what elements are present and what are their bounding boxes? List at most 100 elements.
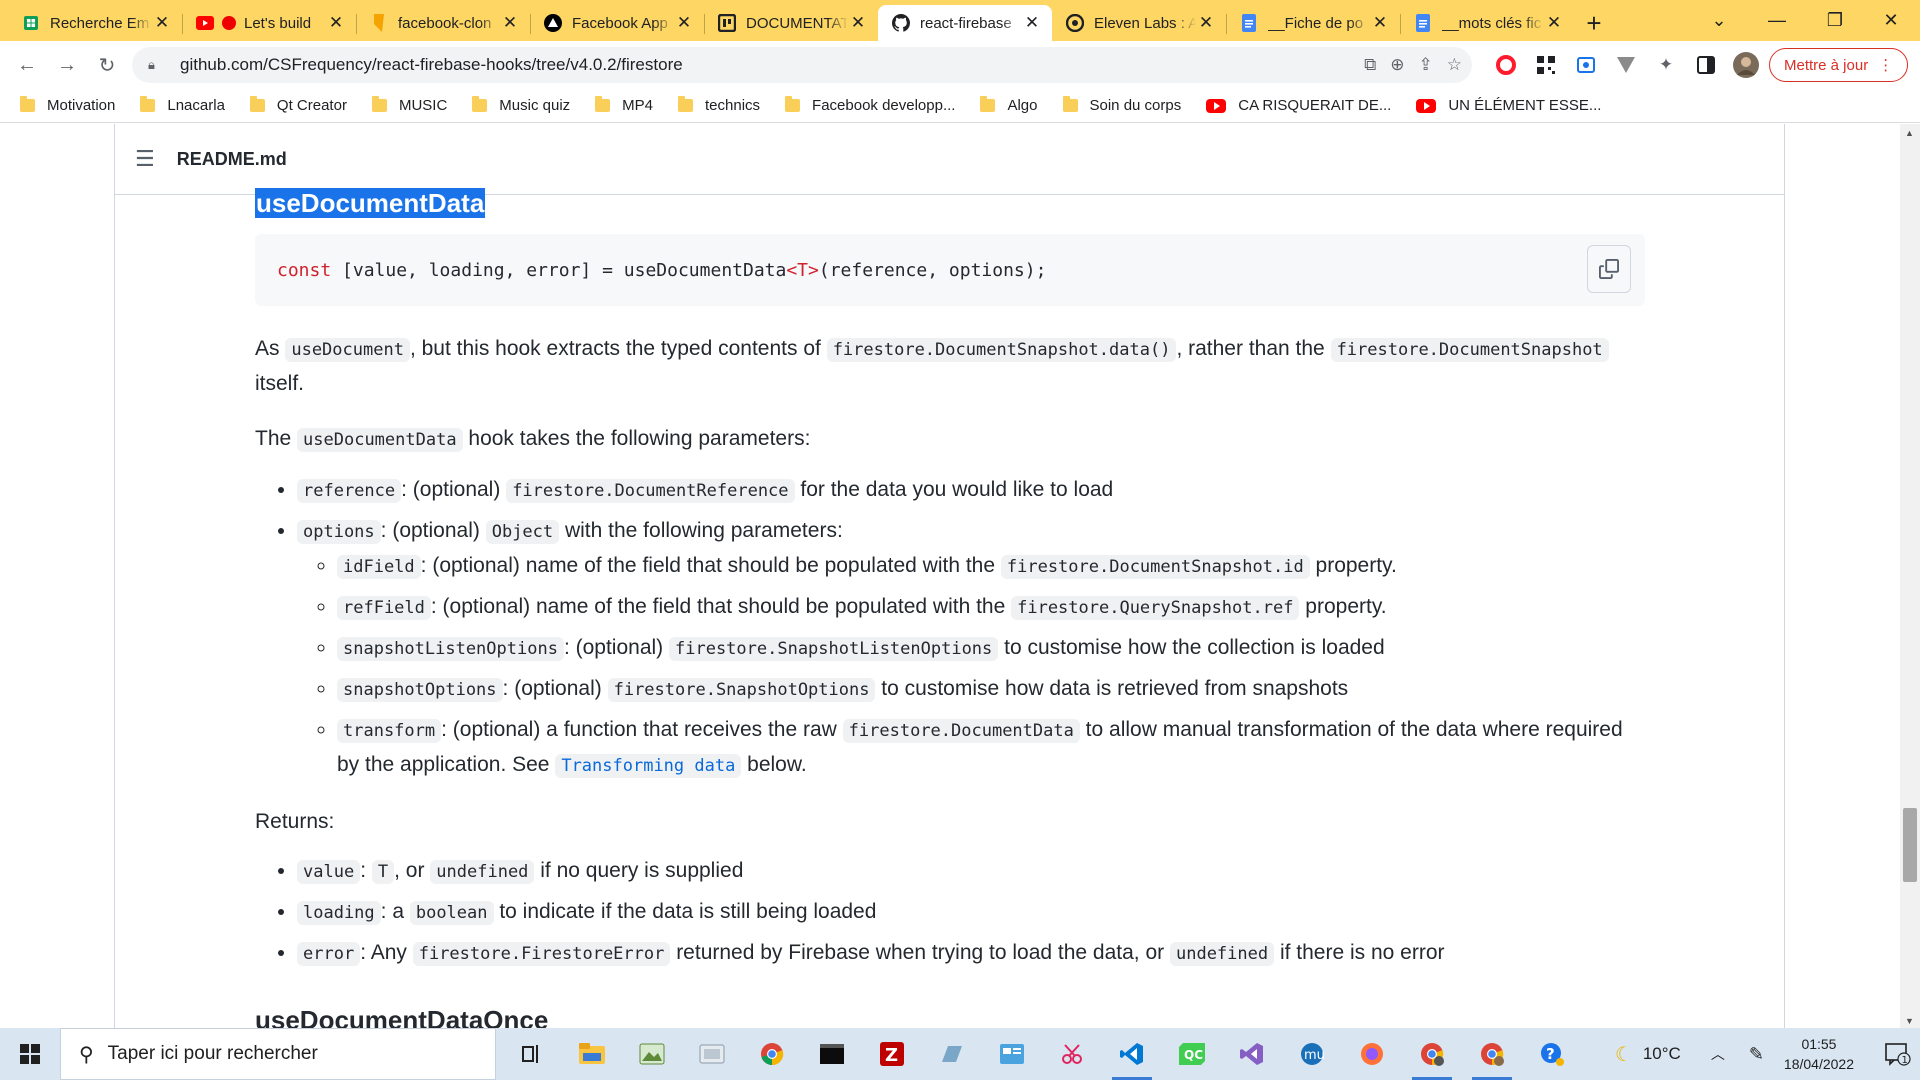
scroll-up-arrow-icon[interactable]: ▲ bbox=[1905, 128, 1914, 138]
update-label: Mettre à jour bbox=[1784, 56, 1869, 74]
bookmark-item[interactable]: Lnacarla bbox=[140, 96, 225, 114]
close-tab-icon[interactable]: ✕ bbox=[152, 13, 172, 33]
app-icon[interactable] bbox=[922, 1028, 982, 1080]
chrome-profile-icon[interactable] bbox=[1402, 1028, 1462, 1080]
minimize-button[interactable]: — bbox=[1748, 0, 1806, 41]
tab-6[interactable]: Eleven Labs : A ✕ bbox=[1052, 5, 1226, 41]
page-scrollbar[interactable]: ▲ ▼ bbox=[1900, 124, 1920, 1028]
pen-icon[interactable]: ✎ bbox=[1749, 1044, 1764, 1065]
back-button[interactable]: ← bbox=[10, 48, 44, 82]
bookmark-item[interactable]: UN ÉLÉMENT ESSE... bbox=[1416, 97, 1601, 114]
bookmark-item[interactable]: Motivation bbox=[20, 96, 115, 114]
bookmark-item[interactable]: Music quiz bbox=[472, 96, 570, 114]
help-icon[interactable]: ? bbox=[1522, 1028, 1582, 1080]
close-tab-icon[interactable]: ✕ bbox=[500, 13, 520, 33]
start-button[interactable] bbox=[0, 1028, 60, 1080]
screenshot-tool-icon[interactable] bbox=[682, 1028, 742, 1080]
svg-text:QC: QC bbox=[1184, 1048, 1203, 1062]
bookmark-item[interactable]: Facebook developp... bbox=[785, 96, 955, 114]
lock-icon[interactable]: 🔒︎ bbox=[148, 57, 166, 73]
tab-title: DOCUMENTAT bbox=[746, 14, 848, 32]
chrome-icon[interactable] bbox=[742, 1028, 802, 1080]
inline-code: snapshotOptions bbox=[337, 678, 503, 702]
vscode-icon[interactable] bbox=[1102, 1028, 1162, 1080]
tab-0[interactable]: Recherche Em ✕ bbox=[8, 5, 182, 41]
share-icon[interactable]: ⇪ bbox=[1419, 55, 1433, 75]
close-tab-icon[interactable]: ✕ bbox=[848, 13, 868, 33]
close-tab-icon[interactable]: ✕ bbox=[1196, 13, 1216, 33]
returns-label: Returns: bbox=[255, 810, 335, 833]
tab-4[interactable]: DOCUMENTAT ✕ bbox=[704, 5, 878, 41]
filezilla-icon[interactable]: Z bbox=[862, 1028, 922, 1080]
address-bar[interactable]: 🔒︎ github.com/CSFrequency/react-firebase… bbox=[132, 47, 1472, 83]
zoom-icon[interactable]: ⊕ bbox=[1390, 55, 1404, 75]
tab-1[interactable]: Let's build ✕ bbox=[182, 5, 356, 41]
qt-creator-icon[interactable]: QC bbox=[1162, 1028, 1222, 1080]
scroll-down-arrow-icon[interactable]: ▼ bbox=[1905, 1016, 1914, 1026]
forward-button[interactable]: → bbox=[50, 48, 84, 82]
tab-search-button[interactable]: ⌄ bbox=[1690, 0, 1748, 41]
bookmark-item[interactable]: Algo bbox=[980, 96, 1038, 114]
google-docs-icon bbox=[1414, 14, 1432, 32]
taskbar-search[interactable]: ⚲ Taper ici pour rechercher bbox=[60, 1028, 496, 1080]
close-window-button[interactable]: ✕ bbox=[1862, 0, 1920, 41]
tab-2[interactable]: facebook-clon ✕ bbox=[356, 5, 530, 41]
profile-avatar[interactable] bbox=[1730, 49, 1762, 81]
bookmark-item[interactable]: MUSIC bbox=[371, 96, 447, 114]
firefox-icon[interactable] bbox=[1342, 1028, 1402, 1080]
readme-container: ☰ README.md useDocumentData const [value… bbox=[114, 124, 1785, 1028]
control-panel-icon[interactable] bbox=[982, 1028, 1042, 1080]
code-generic: <T> bbox=[786, 259, 819, 281]
opera-extension-icon[interactable] bbox=[1490, 49, 1522, 81]
snipping-tool-icon[interactable] bbox=[1042, 1028, 1102, 1080]
inline-code: loading bbox=[297, 901, 381, 925]
bookmark-item[interactable]: Qt Creator bbox=[249, 96, 347, 114]
clock[interactable]: 01:55 18/04/2022 bbox=[1784, 1034, 1854, 1074]
close-tab-icon[interactable]: ✕ bbox=[326, 13, 346, 33]
translate-icon[interactable]: ⧉ bbox=[1364, 55, 1376, 75]
close-tab-icon[interactable]: ✕ bbox=[1022, 13, 1042, 33]
url-text[interactable]: github.com/CSFrequency/react-firebase-ho… bbox=[180, 55, 683, 75]
chrome-profile-icon-2[interactable] bbox=[1462, 1028, 1522, 1080]
screen-recorder-extension-icon[interactable] bbox=[1570, 49, 1602, 81]
extensions-puzzle-icon[interactable]: ✦ bbox=[1650, 49, 1682, 81]
tab-5-active[interactable]: react-firebase ✕ bbox=[878, 5, 1052, 41]
notification-center-button[interactable]: 1 bbox=[1876, 1028, 1920, 1080]
bookmark-item[interactable]: technics bbox=[678, 96, 760, 114]
close-tab-icon[interactable]: ✕ bbox=[674, 13, 694, 33]
new-tab-button[interactable]: + bbox=[1574, 5, 1614, 41]
code-snippet[interactable]: const [value, loading, error] = useDocum… bbox=[255, 234, 1645, 306]
selected-heading-text[interactable]: useDocumentData bbox=[255, 188, 486, 218]
update-button[interactable]: Mettre à jour ⋮ bbox=[1769, 48, 1909, 82]
task-view-icon[interactable] bbox=[502, 1028, 562, 1080]
restore-button[interactable]: ❐ bbox=[1806, 0, 1864, 41]
visual-studio-icon[interactable] bbox=[1222, 1028, 1282, 1080]
terminal-icon[interactable] bbox=[802, 1028, 862, 1080]
tab-8[interactable]: __mots clés fic ✕ bbox=[1400, 5, 1574, 41]
close-tab-icon[interactable]: ✕ bbox=[1544, 13, 1564, 33]
reload-button[interactable]: ↻ bbox=[90, 48, 124, 82]
bookmark-item[interactable]: Soin du corps bbox=[1062, 96, 1181, 114]
tab-7[interactable]: __Fiche de po ✕ bbox=[1226, 5, 1400, 41]
close-tab-icon[interactable]: ✕ bbox=[1370, 13, 1390, 33]
tab-3[interactable]: Facebook App ✕ bbox=[530, 5, 704, 41]
search-placeholder[interactable]: Taper ici pour rechercher bbox=[108, 1043, 318, 1065]
transforming-data-link[interactable]: Transforming data bbox=[555, 754, 742, 778]
side-panel-icon[interactable] bbox=[1690, 49, 1722, 81]
folder-icon bbox=[249, 96, 265, 112]
text: below. bbox=[741, 753, 807, 776]
list-outline-icon[interactable]: ☰ bbox=[135, 146, 155, 172]
chevron-up-icon[interactable]: ︿ bbox=[1711, 1044, 1725, 1064]
vue-devtools-extension-icon[interactable] bbox=[1610, 49, 1642, 81]
bookmark-item[interactable]: CA RISQUERAIT DE... bbox=[1206, 97, 1391, 114]
bookmark-item[interactable]: MP4 bbox=[595, 96, 653, 114]
file-explorer-icon[interactable] bbox=[562, 1028, 622, 1080]
copy-button[interactable] bbox=[1587, 245, 1631, 293]
photo-editor-icon[interactable] bbox=[622, 1028, 682, 1080]
qr-code-extension-icon[interactable] bbox=[1530, 49, 1562, 81]
weather-widget[interactable]: ☾ 10°C bbox=[1615, 1042, 1681, 1067]
star-icon[interactable]: ☆ bbox=[1447, 55, 1462, 75]
scrollbar-thumb[interactable] bbox=[1903, 808, 1917, 882]
musescore-icon[interactable]: mu bbox=[1282, 1028, 1342, 1080]
section-heading: useDocumentData bbox=[255, 186, 1645, 220]
